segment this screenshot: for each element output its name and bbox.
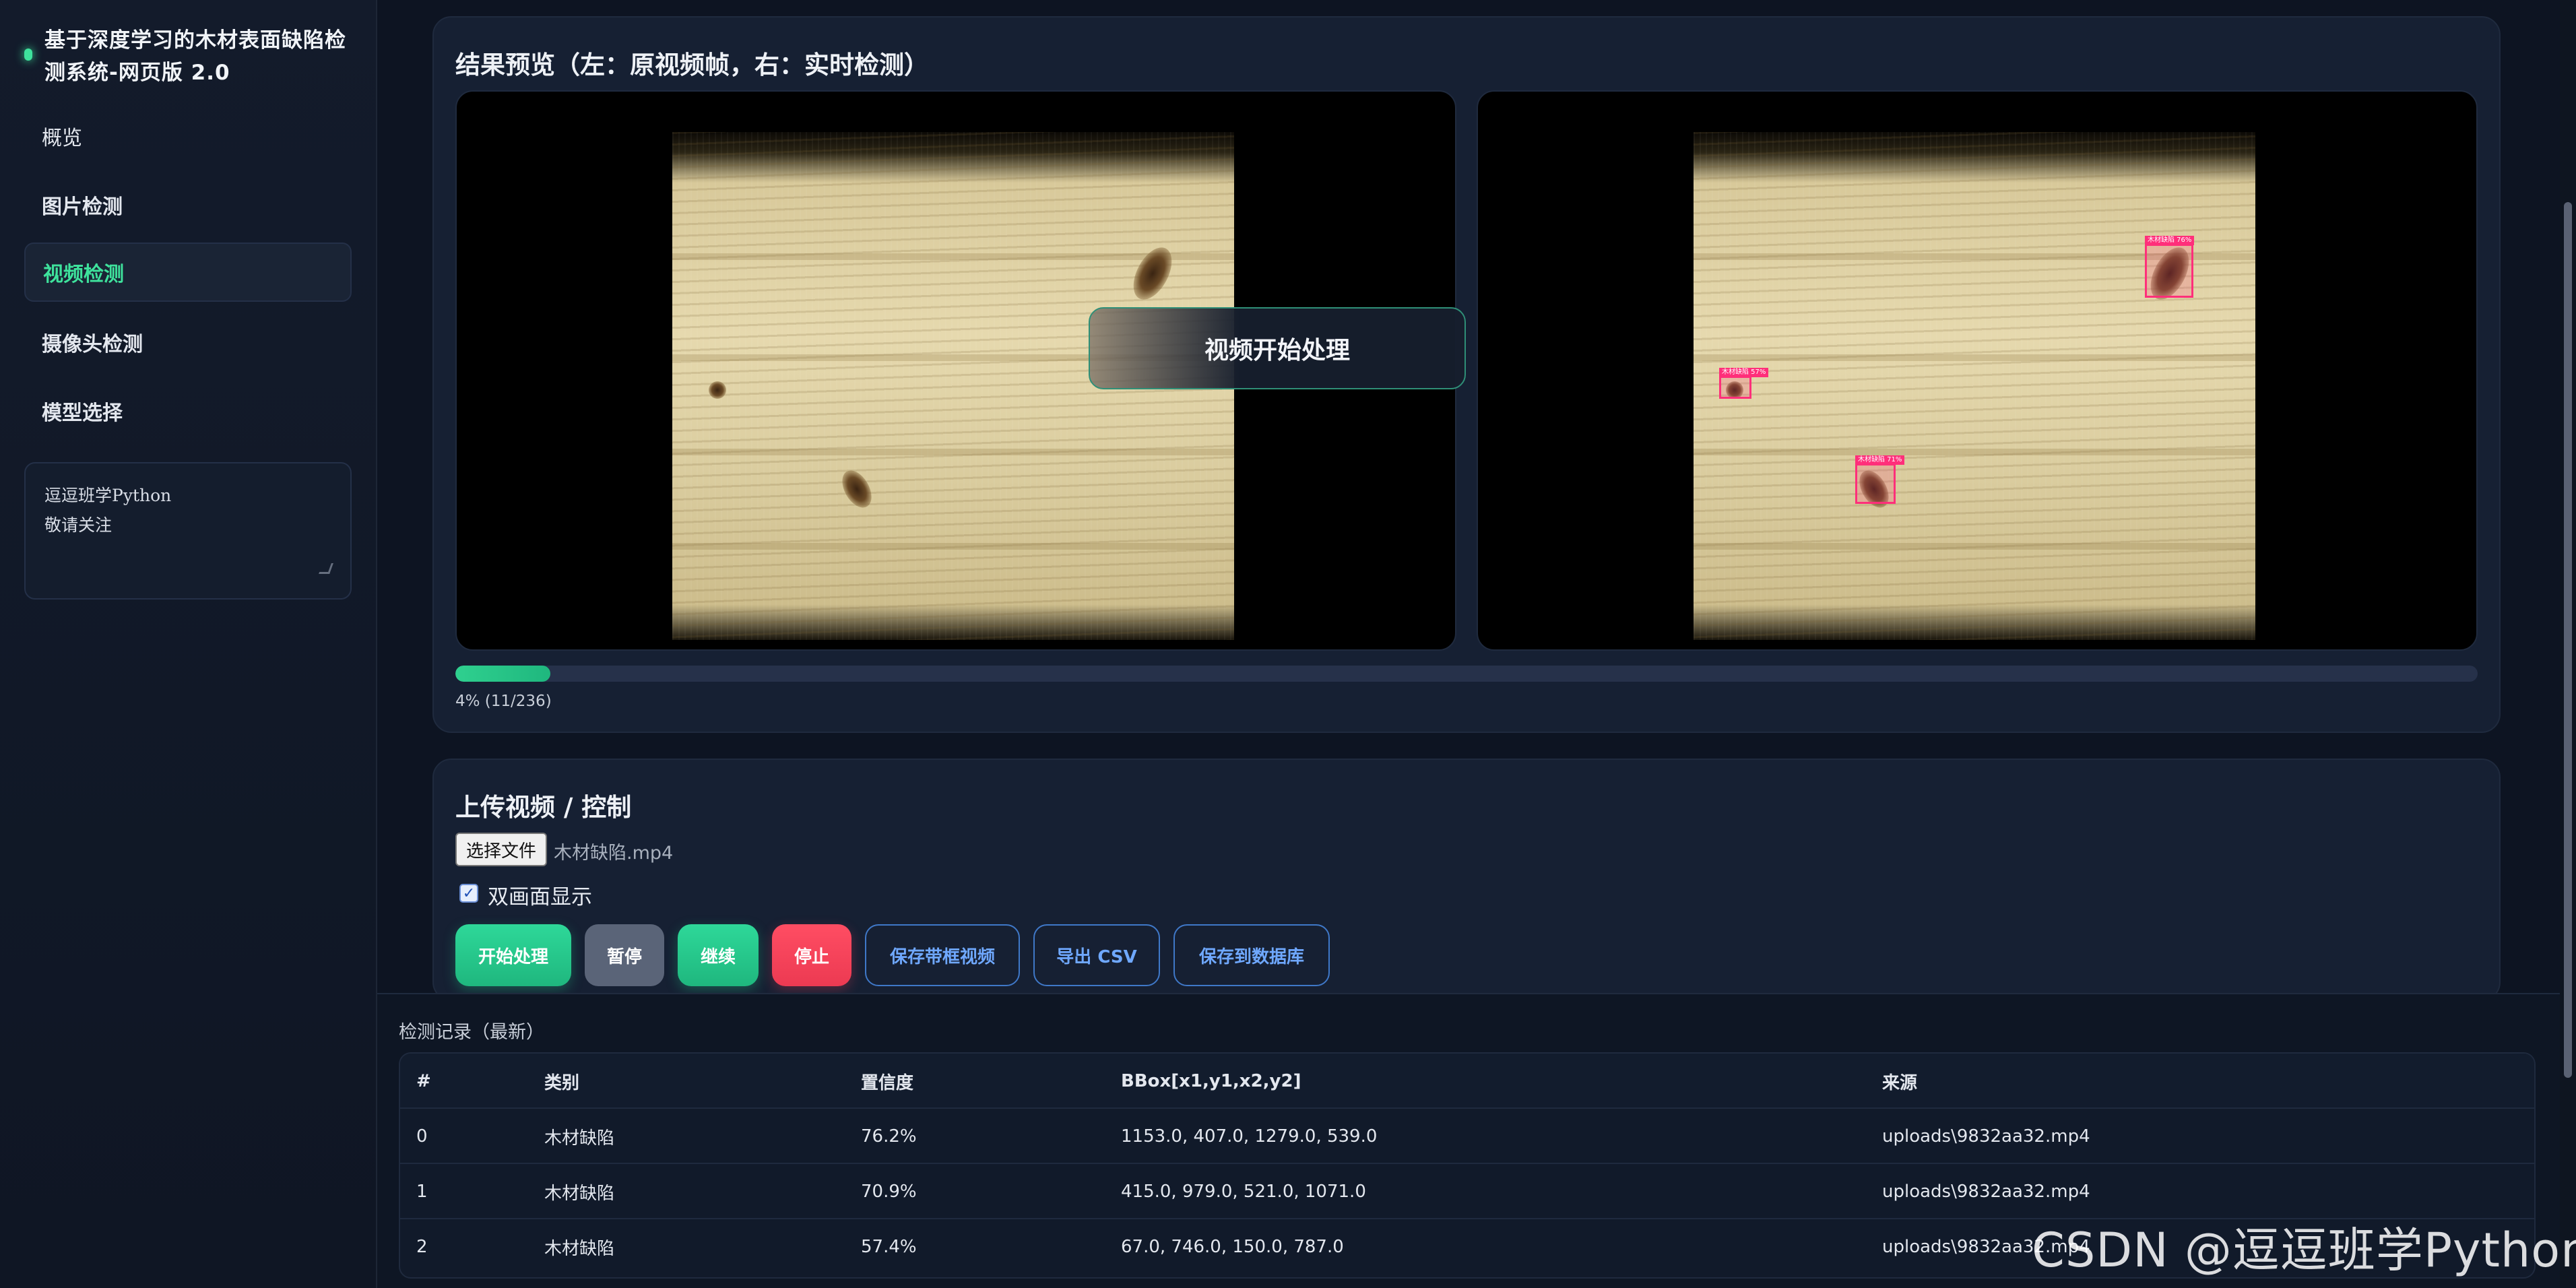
table-cell: 0: [416, 1126, 428, 1147]
records-title: 检测记录（最新）: [399, 1022, 544, 1043]
table-cell: uploads\9832aa32.mp4: [1882, 1126, 2090, 1147]
table-cell: 1: [416, 1182, 428, 1202]
watermark: CSDN @逗逗班学Python: [2032, 1223, 2576, 1278]
dual-view-checkbox[interactable]: ✓: [459, 884, 478, 903]
processing-toast: 视频开始处理: [1089, 307, 1466, 389]
sidebar-item-camera-detection[interactable]: 摄像头检测: [24, 313, 352, 372]
detection-box: 木材缺陷 76%: [2145, 236, 2195, 298]
table-cell: 1153.0, 407.0, 1279.0, 539.0: [1121, 1126, 1378, 1147]
table-row: 1 木材缺陷 70.9% 415.0, 979.0, 521.0, 1071.0…: [400, 1164, 2534, 1219]
detection-label: 木材缺陷 57%: [1719, 368, 1769, 377]
knot-defect: [709, 381, 726, 399]
detection-video-frame: 木材缺陷 76% 木材缺陷 71% 木材缺陷 57%: [1477, 90, 2478, 651]
export-csv-button[interactable]: 导出 CSV: [1033, 924, 1160, 986]
notes-textarea[interactable]: 逗逗班学Python 敬请关注: [24, 462, 352, 600]
knot-defect: [836, 465, 878, 513]
column-header: 置信度: [861, 1072, 914, 1093]
progress-fill: [455, 666, 551, 682]
progress-text: 4% (11/236): [455, 693, 552, 710]
brand: 基于深度学习的木材表面缺陷检测系统-网页版 2.0: [24, 24, 354, 89]
detection-box: 木材缺陷 71%: [1855, 455, 1905, 504]
stop-button[interactable]: 停止: [772, 924, 851, 986]
detection-label: 木材缺陷 71%: [1855, 455, 1905, 465]
table-cell: 木材缺陷: [544, 1128, 615, 1149]
column-header: #: [416, 1071, 431, 1091]
table-row: 0 木材缺陷 76.2% 1153.0, 407.0, 1279.0, 539.…: [400, 1109, 2534, 1164]
app-title: 基于深度学习的木材表面缺陷检测系统-网页版 2.0: [44, 28, 346, 85]
column-header: 类别: [544, 1072, 580, 1093]
knot-defect: [1125, 241, 1180, 306]
detection-label: 木材缺陷 76%: [2145, 236, 2195, 245]
sidebar: 基于深度学习的木材表面缺陷检测系统-网页版 2.0 概览 图片检测 视频检测 摄…: [0, 0, 377, 1288]
wood-frame-detected: 木材缺陷 76% 木材缺陷 71% 木材缺陷 57%: [1694, 132, 2255, 640]
sidebar-item-video-detection[interactable]: 视频检测: [24, 243, 352, 302]
table-cell: 57.4%: [861, 1237, 917, 1257]
sidebar-item-overview[interactable]: 概览: [24, 106, 352, 166]
status-dot-icon: [24, 49, 32, 61]
column-header: 来源: [1882, 1072, 1918, 1093]
upload-title: 上传视频 / 控制: [455, 793, 632, 822]
table-cell: 67.0, 746.0, 150.0, 787.0: [1121, 1237, 1344, 1257]
sidebar-item-image-detection[interactable]: 图片检测: [24, 175, 352, 234]
table-header-row: # 类别 置信度 BBox[x1,y1,x2,y2] 来源: [400, 1054, 2534, 1109]
table-cell: 木材缺陷: [544, 1238, 615, 1259]
preview-title: 结果预览（左：原视频帧，右：实时检测）: [455, 51, 929, 79]
resume-button[interactable]: 继续: [678, 924, 759, 986]
table-cell: 70.9%: [861, 1182, 917, 1202]
file-name: 木材缺陷.mp4: [554, 843, 674, 864]
save-db-button[interactable]: 保存到数据库: [1173, 924, 1330, 986]
table-cell: 2: [416, 1237, 428, 1257]
choose-file-button[interactable]: 选择文件: [455, 833, 548, 866]
table-cell: 415.0, 979.0, 521.0, 1071.0: [1121, 1182, 1366, 1202]
column-header: BBox[x1,y1,x2,y2]: [1121, 1071, 1301, 1091]
page-scrollbar[interactable]: [2560, 0, 2576, 1288]
save-video-button[interactable]: 保存带框视频: [865, 924, 1020, 986]
progress-bar: [455, 666, 2478, 682]
scrollbar-thumb[interactable]: [2564, 202, 2572, 1078]
table-cell: 木材缺陷: [544, 1183, 615, 1204]
detection-box: 木材缺陷 57%: [1719, 368, 1769, 399]
sidebar-item-model-selection[interactable]: 模型选择: [24, 381, 352, 441]
table-cell: 76.2%: [861, 1126, 917, 1147]
pause-button[interactable]: 暂停: [585, 924, 664, 986]
table-cell: uploads\9832aa32.mp4: [1882, 1182, 2090, 1202]
start-button[interactable]: 开始处理: [455, 924, 571, 986]
dual-view-label[interactable]: 双画面显示: [488, 880, 592, 910]
